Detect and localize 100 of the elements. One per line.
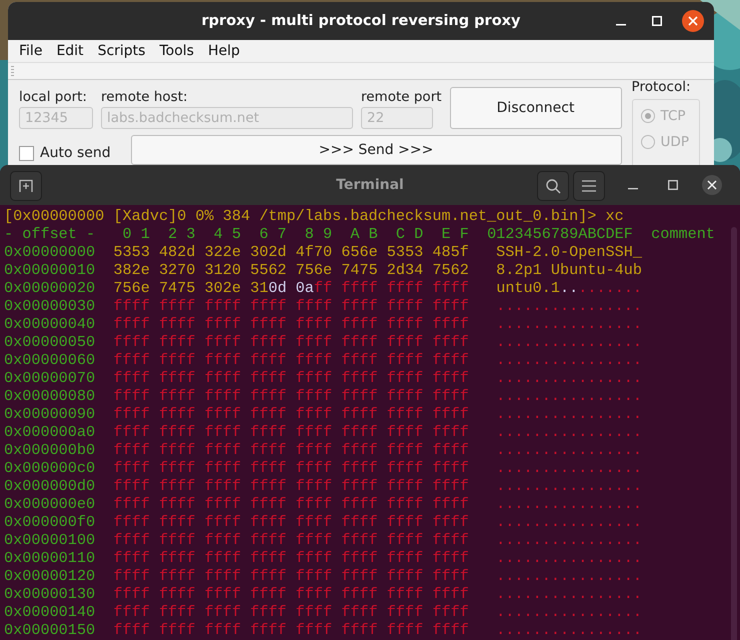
- hex-cell: ffff ffff ffff ffff ffff ffff ffff ffff: [113, 387, 469, 405]
- menu-item[interactable]: Help: [200, 43, 247, 59]
- offset-cell: 0x00000030: [4, 297, 96, 315]
- search-icon: [545, 178, 561, 194]
- offset-cell: 0x000000d0: [4, 477, 96, 495]
- ascii-cell: ................: [496, 513, 642, 531]
- offset-cell: 0x00000150: [4, 621, 96, 639]
- ascii-cell: ................: [496, 405, 642, 423]
- hex-cell: 756e 7475 302e 310d 0aff ffff ffff ffff: [113, 279, 469, 297]
- close-icon: [688, 16, 698, 26]
- send-button[interactable]: >>> Send >>>: [130, 135, 622, 165]
- close-icon: [707, 180, 717, 190]
- hex-cell: ffff ffff ffff ffff ffff ffff ffff ffff: [113, 333, 469, 351]
- ascii-cell: SSH-2.0-OpenSSH_: [496, 243, 642, 261]
- new-tab-icon: [19, 179, 33, 193]
- ascii-cell: ................: [496, 603, 642, 621]
- ascii-cell: ................: [496, 459, 642, 477]
- hex-cell: ffff ffff ffff ffff ffff ffff ffff ffff: [113, 549, 469, 567]
- disconnect-button[interactable]: Disconnect: [450, 87, 622, 129]
- hex-cell: ffff ffff ffff ffff ffff ffff ffff ffff: [113, 567, 469, 585]
- offset-cell: 0x00000050: [4, 333, 96, 351]
- window-title: rproxy - multi protocol reversing proxy: [202, 13, 520, 29]
- hex-cell: ffff ffff ffff ffff ffff ffff ffff ffff: [113, 315, 469, 333]
- ascii-cell: ................: [496, 351, 642, 369]
- offset-cell: 0x00000140: [4, 603, 96, 621]
- offset-cell: 0x00000060: [4, 351, 96, 369]
- ascii-cell: ................: [496, 315, 642, 333]
- offset-cell: 0x00000110: [4, 549, 96, 567]
- offset-cell: 0x00000000: [4, 243, 96, 261]
- hex-cell: ffff ffff ffff ffff ffff ffff ffff ffff: [113, 495, 469, 513]
- offset-cell: 0x00000090: [4, 405, 96, 423]
- auto-send-checkbox[interactable]: Auto send: [19, 145, 111, 161]
- maximize-icon: [668, 180, 678, 190]
- ascii-cell: ................: [496, 495, 642, 513]
- menu-item[interactable]: Scripts: [90, 43, 152, 59]
- ascii-cell: ................: [496, 531, 642, 549]
- hex-cell: ffff ffff ffff ffff ffff ffff ffff ffff: [113, 513, 469, 531]
- search-button[interactable]: [537, 171, 569, 201]
- menu-icon: [582, 180, 596, 192]
- hex-cell: ffff ffff ffff ffff ffff ffff ffff ffff: [113, 459, 469, 477]
- offset-cell: 0x00000070: [4, 369, 96, 387]
- offset-cell: 0x00000080: [4, 387, 96, 405]
- hex-cell: ffff ffff ffff ffff ffff ffff ffff ffff: [113, 351, 469, 369]
- field-label: remote host:: [101, 89, 189, 105]
- command-prompt: [0x00000000 [Xadvc]0 0% 384 /tmp/labs.badchecksum.net_out_0.bin]> xc: [4, 207, 624, 225]
- offset-cell: 0x00000120: [4, 567, 96, 585]
- hex-cell: 5353 482d 322e 302d 4f70 656e 5353 485f: [113, 243, 469, 261]
- column-header: 0 1 2 3 4 5 6 7 8 9 A B C D E F: [121, 225, 469, 243]
- ascii-cell: ................: [496, 441, 642, 459]
- group-label: Protocol:: [632, 79, 692, 95]
- minimize-icon: [616, 24, 626, 26]
- minimize-icon: [628, 188, 638, 190]
- ascii-cell: ................: [496, 297, 642, 315]
- menu-item[interactable]: Tools: [152, 43, 201, 59]
- offset-cell: 0x00000130: [4, 585, 96, 603]
- offset-cell: 0x000000b0: [4, 441, 96, 459]
- hex-cell: ffff ffff ffff ffff ffff ffff ffff ffff: [113, 297, 469, 315]
- column-header: - offset -: [4, 225, 96, 243]
- field-label: local port:: [19, 89, 88, 105]
- menu-button[interactable]: [573, 171, 605, 201]
- hex-cell: ffff ffff ffff ffff ffff ffff ffff ffff: [113, 603, 469, 621]
- maximize-icon: [652, 16, 662, 26]
- ascii-cell: 8.2p1 Ubuntu-4ub: [496, 261, 642, 279]
- ascii-cell: ................: [496, 477, 642, 495]
- ascii-cell: untu0.1.........: [496, 279, 642, 297]
- offset-cell: 0x00000100: [4, 531, 96, 549]
- column-header: 0123456789ABCDEF: [487, 225, 633, 243]
- window-title: Terminal: [336, 177, 404, 193]
- offset-cell: 0x00000040: [4, 315, 96, 333]
- hex-cell: ffff ffff ffff ffff ffff ffff ffff ffff: [113, 441, 469, 459]
- hex-cell: ffff ffff ffff ffff ffff ffff ffff ffff: [113, 531, 469, 549]
- ascii-cell: ................: [496, 621, 642, 639]
- hex-cell: 382e 3270 3120 5562 756e 7475 2d34 7562: [113, 261, 469, 279]
- close-button[interactable]: [702, 175, 722, 195]
- ascii-cell: ................: [496, 333, 642, 351]
- radio-dot-icon: [644, 113, 651, 119]
- offset-cell: 0x00000010: [4, 261, 96, 279]
- offset-cell: 0x00000020: [4, 279, 96, 297]
- menu-item[interactable]: Edit: [49, 43, 91, 59]
- ascii-cell: ................: [496, 549, 642, 567]
- offset-cell: 0x000000f0: [4, 513, 96, 531]
- hex-cell: ffff ffff ffff ffff ffff ffff ffff ffff: [113, 405, 469, 423]
- hex-cell: ffff ffff ffff ffff ffff ffff ffff ffff: [113, 621, 469, 639]
- ascii-cell: ................: [496, 423, 642, 441]
- ascii-cell: ................: [496, 567, 642, 585]
- offset-cell: 0x000000e0: [4, 495, 96, 513]
- ascii-cell: ................: [496, 369, 642, 387]
- offset-cell: 0x000000c0: [4, 459, 96, 477]
- hex-cell: ffff ffff ffff ffff ffff ffff ffff ffff: [113, 477, 469, 495]
- field-label: remote port: [361, 89, 442, 105]
- hex-cell: ffff ffff ffff ffff ffff ffff ffff ffff: [113, 423, 469, 441]
- ascii-cell: ................: [496, 387, 642, 405]
- offset-cell: 0x000000a0: [4, 423, 96, 441]
- hex-cell: ffff ffff ffff ffff ffff ffff ffff ffff: [113, 585, 469, 603]
- ascii-cell: ................: [496, 585, 642, 603]
- column-header: comment: [651, 225, 715, 243]
- new-tab-button[interactable]: [10, 171, 42, 201]
- hex-cell: ffff ffff ffff ffff ffff ffff ffff ffff: [113, 369, 469, 387]
- close-button[interactable]: [682, 10, 704, 32]
- menu-item[interactable]: File: [12, 43, 50, 59]
